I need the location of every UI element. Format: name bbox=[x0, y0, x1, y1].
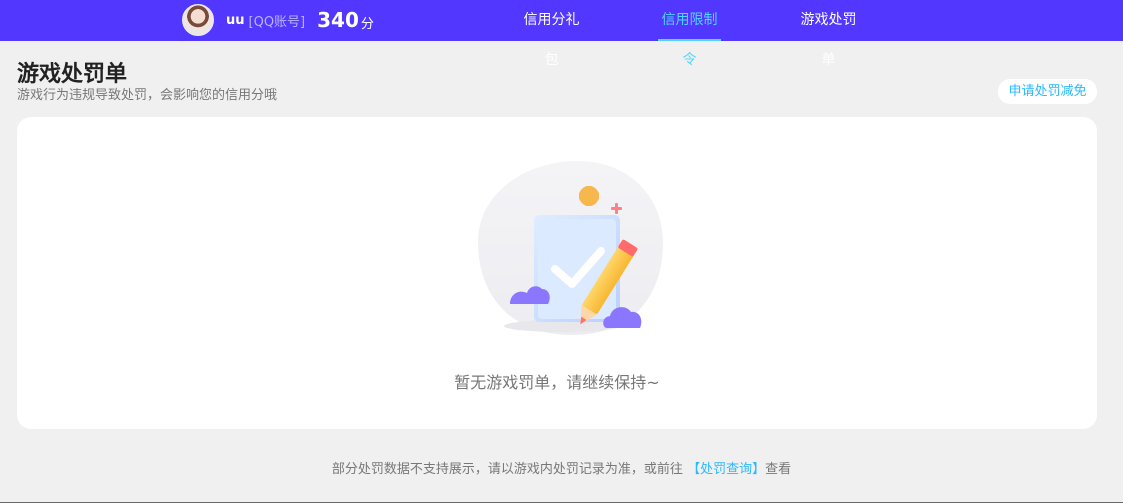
penalty-list-card: 暂无游戏罚单，请继续保持~ bbox=[17, 117, 1097, 429]
apply-penalty-reduction-button[interactable]: 申请处罚减免 bbox=[998, 79, 1097, 104]
penalty-query-link[interactable]: 【处罚查询】 bbox=[687, 462, 765, 477]
top-navigation-bar: uu [QQ账号] 340 分 信用分礼包 信用限制令 游戏处罚单 bbox=[0, 0, 1123, 68]
footer-note-text: 部分处罚数据不支持展示，请以游戏内处罚记录为准，或前往 bbox=[331, 462, 683, 477]
tab-game-penalty-ticket[interactable]: 游戏处罚单 bbox=[797, 0, 860, 68]
main-tabs: 信用分礼包 信用限制令 游戏处罚单 bbox=[0, 0, 1123, 68]
tab-credit-restriction-order[interactable]: 信用限制令 bbox=[658, 0, 721, 68]
empty-state-message: 暂无游戏罚单，请继续保持~ bbox=[454, 373, 660, 392]
empty-clipboard-pencil-illustration-icon bbox=[478, 161, 663, 335]
footer-note: 部分处罚数据不支持展示，请以游戏内处罚记录为准，或前往 【处罚查询】查看 bbox=[0, 458, 1123, 477]
tab-credit-gift-pack[interactable]: 信用分礼包 bbox=[520, 0, 583, 68]
page-subtitle: 游戏行为违规导致处罚，会影响您的信用分哦 bbox=[17, 88, 278, 103]
footer-note-suffix: 查看 bbox=[765, 462, 792, 477]
